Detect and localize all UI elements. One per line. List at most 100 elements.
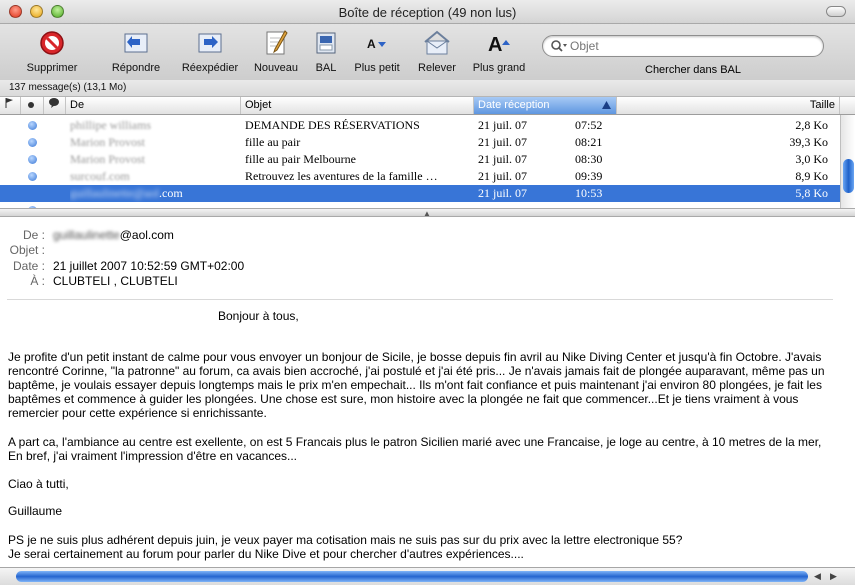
sender-domain: @aol.com (119, 228, 174, 242)
message-list-scrollbar[interactable] (840, 115, 855, 208)
message-from: Marion Provost (70, 152, 145, 166)
message-count: 137 message(s) (13,1 Mo) (0, 80, 855, 97)
size-column-header[interactable]: Taille (617, 97, 840, 114)
from-column-header[interactable]: De (66, 97, 241, 114)
unread-column-header[interactable] (21, 97, 44, 114)
message-from: Marion Provost (70, 135, 145, 149)
smaller-text-button[interactable]: A Plus petit (349, 28, 405, 74)
header-from-value[interactable]: guillaulinette@aol.com (53, 228, 174, 243)
message-row[interactable]: Marion Provost fille au pair Melbourne 2… (0, 151, 840, 168)
header-date-value: 21 juillet 2007 10:52:59 GMT+02:00 (53, 259, 245, 273)
message-view-horizontal-scrollbar[interactable]: ◀ ▶ (0, 567, 855, 585)
search-icon[interactable] (550, 39, 568, 56)
message-view: De : guillaulinette@aol.com Objet : Date… (0, 217, 855, 567)
message-date: 21 juil. 07 (478, 152, 528, 166)
message-paragraph: Je serai certainement au forum pour parl… (8, 547, 524, 561)
flag-column-header[interactable] (0, 97, 21, 114)
bigger-text-label: Plus grand (472, 62, 526, 74)
unread-icon (28, 151, 40, 169)
message-time: 10:53 (575, 186, 603, 200)
message-greeting: Bonjour à tous, (218, 309, 299, 323)
unread-icon (28, 117, 40, 135)
message-row[interactable]: phillipe williams DEMANDE DES RÉSERVATIO… (0, 117, 840, 134)
message-size: 3,0 Ko (795, 152, 828, 166)
new-message-button[interactable]: Nouveau (251, 28, 301, 74)
subject-column-header[interactable]: Objet (241, 97, 474, 114)
delete-icon (37, 28, 67, 58)
message-paragraph: A part ca, l'ambiance au centre est exel… (8, 435, 822, 463)
mailbox-button[interactable]: BAL (309, 28, 343, 74)
header-to-value[interactable]: CLUBTELI , CLUBTELI (53, 274, 178, 289)
reply-button[interactable]: Répondre (106, 28, 166, 74)
pane-splitter[interactable]: ▲ (0, 208, 855, 218)
message-subject: DEMANDE DES RÉSERVATIONS (245, 118, 420, 132)
message-subject: Retrouvez les aventures de la famille … (245, 169, 438, 183)
delete-label: Supprimer (26, 62, 78, 74)
forward-button[interactable]: Réexpédier (178, 28, 242, 74)
scroll-left-arrow-icon[interactable]: ◀ (814, 571, 821, 582)
message-date: 21 juil. 07 (478, 169, 528, 183)
fetch-mail-icon (422, 28, 452, 58)
message-size: 8,9 Ko (795, 169, 828, 183)
speech-bubble-icon (49, 98, 59, 108)
scroll-right-arrow-icon[interactable]: ▶ (830, 571, 837, 582)
smaller-text-label: Plus petit (354, 62, 400, 74)
flag-icon (5, 98, 13, 108)
message-row[interactable]: Marion Provost fille au pair 21 juil. 07… (0, 134, 840, 151)
message-row[interactable]: surcouf.com Retrouvez les aventures de l… (0, 168, 840, 185)
svg-text:A: A (367, 37, 376, 51)
message-from-visible: .com (159, 186, 183, 200)
date-column-header[interactable]: Date réception (474, 97, 617, 114)
new-message-label: Nouveau (253, 62, 299, 74)
bigger-text-button[interactable]: A Plus grand (467, 28, 531, 74)
fetch-mail-label: Relever (418, 62, 456, 74)
message-row-selected[interactable]: guillaulinette@aol.com 21 juil. 07 10:53… (0, 185, 840, 202)
header-to-label: À : (30, 274, 45, 288)
unread-icon (28, 134, 40, 152)
message-from-hidden: guillaulinette@aol (70, 186, 160, 200)
message-paragraph: Ciao à tutti, (8, 477, 69, 491)
text-smaller-icon: A (362, 28, 392, 58)
message-from: surcouf.com (70, 169, 130, 183)
sender-username: guillaulinette (53, 228, 120, 242)
header-from-label: De : (22, 228, 45, 242)
forward-icon (195, 28, 225, 58)
header-date-label: Date : (12, 259, 45, 273)
message-time: 07:52 (575, 118, 603, 132)
message-date: 21 juil. 07 (478, 186, 528, 200)
forward-label: Réexpédier (181, 62, 239, 74)
window-title: Boîte de réception (49 non lus) (338, 5, 517, 20)
message-list-scroll-thumb[interactable] (843, 159, 854, 193)
unread-dot-icon (28, 102, 34, 108)
sort-ascending-icon (602, 101, 611, 109)
mailbox-icon (311, 28, 341, 58)
header-divider (7, 299, 833, 300)
message-from: guillaulinette@aol.com (70, 185, 240, 202)
reply-label: Répondre (111, 62, 161, 74)
search-field[interactable] (542, 35, 824, 57)
text-bigger-icon: A (484, 28, 514, 58)
message-time: 08:30 (575, 152, 603, 166)
window-titlebar: Boîte de réception (49 non lus) (0, 0, 855, 24)
message-date: 21 juil. 07 (478, 118, 528, 132)
toolbar: Supprimer Répondre Réexpédier Nouveau BA… (0, 24, 855, 80)
status-column-header[interactable] (44, 97, 66, 114)
search-scope-label: Chercher dans BAL (645, 64, 741, 76)
date-column-label: Date réception (478, 99, 550, 111)
message-time: 09:39 (575, 169, 603, 183)
message-subject: fille au pair (245, 135, 301, 149)
delete-button[interactable]: Supprimer (20, 28, 84, 74)
header-subject-label: Objet : (9, 243, 45, 257)
fetch-mail-button[interactable]: Relever (415, 28, 459, 74)
message-list: phillipe williams DEMANDE DES RÉSERVATIO… (0, 115, 840, 208)
toolbar-toggle-button[interactable] (826, 6, 846, 17)
search-input[interactable] (570, 38, 810, 54)
message-time: 08:21 (575, 135, 603, 149)
message-from: phillipe williams (70, 118, 151, 132)
message-size: 5,8 Ko (795, 186, 828, 200)
message-paragraph: Je profite d'un petit instant de calme p… (8, 350, 825, 420)
reply-icon (121, 28, 151, 58)
compose-icon (261, 28, 291, 58)
horizontal-scroll-thumb[interactable] (16, 571, 808, 582)
message-signature: Guillaume (8, 504, 63, 518)
